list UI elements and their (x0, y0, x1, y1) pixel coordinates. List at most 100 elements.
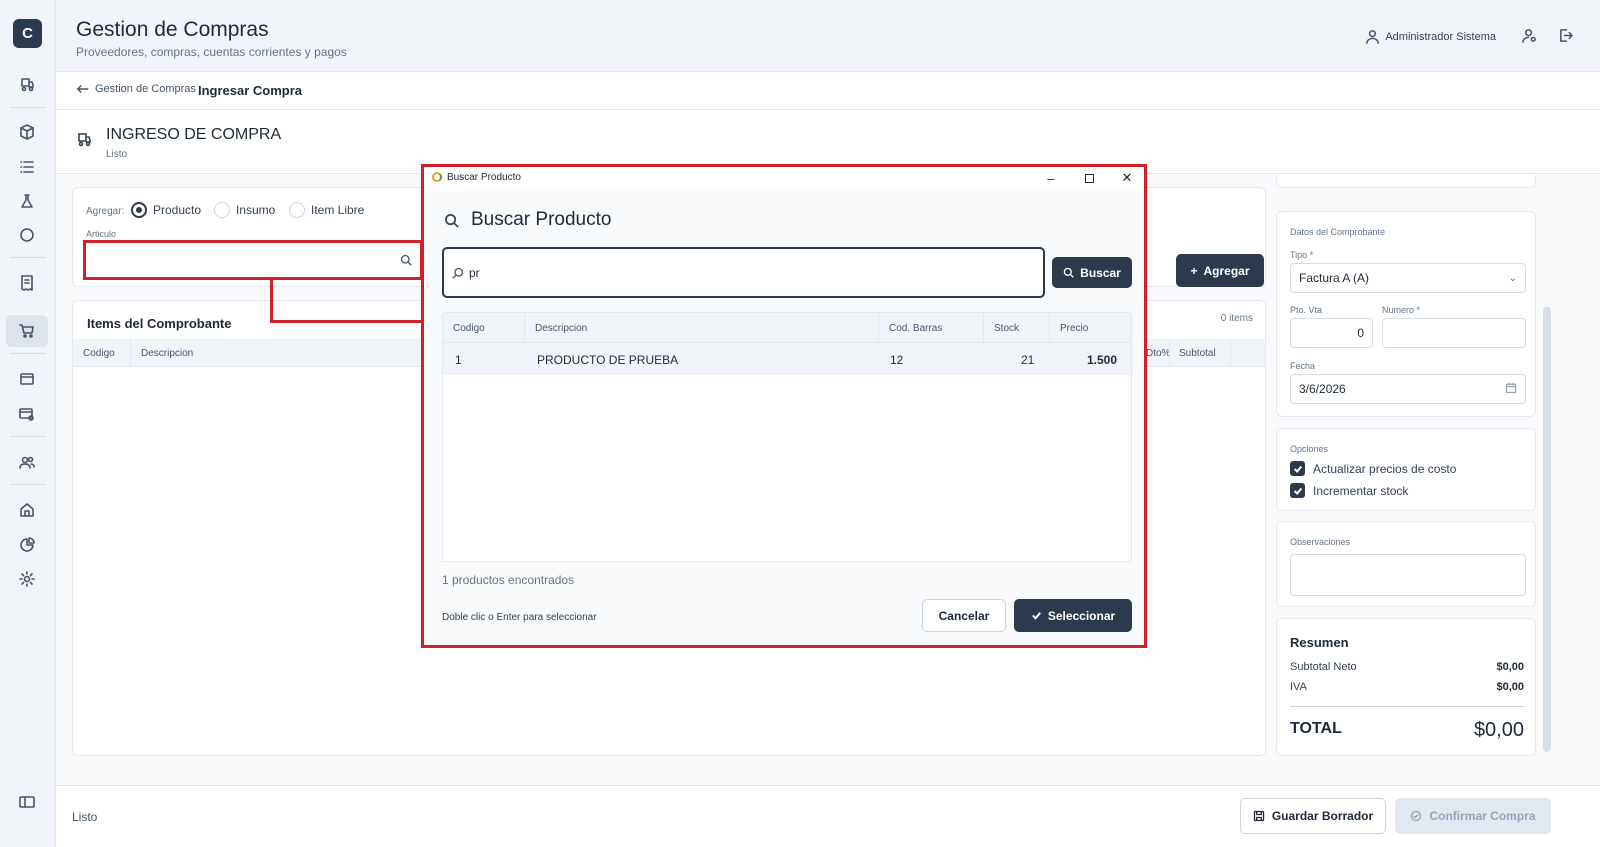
resumen-title: Resumen (1290, 635, 1349, 650)
buscar-button[interactable]: Buscar (1052, 257, 1132, 288)
confirm-purchase-button[interactable]: Confirmar Compra (1395, 798, 1551, 834)
agregar-label: Agregar: (86, 206, 125, 217)
table-row[interactable]: 1 PRODUCTO DE PRUEBA 12 21 1.500 (443, 343, 1131, 375)
sidebar-toggle-icon[interactable] (6, 786, 48, 818)
purchase-icon (76, 132, 92, 151)
box-icon[interactable] (6, 116, 48, 148)
highlight-connector-h (270, 320, 422, 323)
observaciones-input[interactable] (1290, 554, 1526, 596)
header-subtitle: Proveedores, compras, cuentas corrientes… (76, 45, 347, 59)
select-hint: Doble clic o Enter para seleccionar (442, 612, 597, 623)
circle-icon[interactable] (6, 219, 48, 251)
search-icon[interactable] (400, 254, 412, 269)
radio-item-libre[interactable]: Item Libre (289, 202, 364, 218)
search-value: pr (469, 265, 480, 280)
total-label: TOTAL (1290, 720, 1342, 737)
card-settings-icon[interactable] (6, 398, 48, 430)
cart-icon[interactable] (6, 315, 48, 347)
maximize-button[interactable] (1079, 169, 1099, 187)
search-icon (445, 213, 459, 228)
check-circle-icon (1411, 810, 1422, 822)
app-window-icon (432, 172, 442, 182)
save-draft-button[interactable]: Guardar Borrador (1240, 798, 1386, 834)
dialog-heading: Buscar Producto (444, 209, 611, 231)
add-button[interactable]: + Agregar (1176, 254, 1264, 287)
radio-producto[interactable]: Producto (131, 202, 201, 218)
home-icon[interactable] (6, 494, 48, 526)
col-codigo[interactable]: Codigo (83, 348, 115, 359)
numero-input[interactable] (1382, 318, 1526, 348)
observaciones-title: Observaciones (1290, 537, 1351, 547)
results-count: 1 productos encontrados (442, 573, 575, 587)
opciones-card: Opciones Actualizar precios de costo Inc… (1276, 428, 1536, 511)
fecha-value: 3/6/2026 (1299, 382, 1346, 396)
right-panel-scrollbar[interactable] (1543, 187, 1551, 755)
user-settings-icon[interactable] (1522, 28, 1538, 44)
tipo-select[interactable]: Factura A (A) ⌄ (1290, 263, 1526, 293)
app-header: Gestion de Compras Proveedores, compras,… (56, 0, 1600, 72)
pto-vta-input[interactable]: 0 (1290, 318, 1373, 348)
subtotal-label: Subtotal Neto (1290, 661, 1357, 673)
col-precio[interactable]: Precio (1060, 323, 1088, 334)
purchases-nav-icon[interactable] (6, 69, 48, 101)
row-cod-barras: 12 (890, 353, 904, 367)
page-status: Listo (106, 149, 128, 160)
col-cod-barras[interactable]: Cod. Barras (889, 323, 942, 334)
items-count: 0 items (1220, 313, 1253, 324)
users-icon[interactable] (6, 446, 48, 478)
breadcrumb-parent[interactable]: Gestion de Compras (95, 83, 196, 95)
col-dto[interactable]: Dto% (1146, 348, 1170, 359)
col-stock[interactable]: Stock (994, 323, 1019, 334)
chevron-down-icon: ⌄ (1508, 272, 1517, 284)
results-table: Codigo Descripcion Cod. Barras Stock Pre… (442, 312, 1132, 562)
product-search-input[interactable]: pr (442, 247, 1045, 298)
dialog-window-title: Buscar Producto (447, 172, 521, 183)
chart-icon[interactable] (6, 529, 48, 561)
buscar-producto-dialog: Buscar Producto – ✕ Buscar Producto pr B… (421, 164, 1147, 648)
opciones-title: Opciones (1290, 444, 1329, 454)
flask-icon[interactable] (6, 185, 48, 217)
col-codigo[interactable]: Codigo (453, 323, 485, 334)
numero-label: Numero * (1382, 305, 1421, 315)
user-icon (1366, 30, 1380, 44)
gear-icon[interactable] (6, 563, 48, 595)
list-icon[interactable] (6, 151, 48, 183)
footer-bar: Listo Guardar Borrador Confirmar Compra (56, 785, 1600, 847)
row-codigo: 1 (455, 353, 462, 367)
col-descripcion[interactable]: Descripcion (141, 348, 193, 359)
calendar-icon[interactable] (1505, 382, 1517, 397)
results-table-header: Codigo Descripcion Cod. Barras Stock Pre… (443, 313, 1131, 343)
resumen-card: Resumen Subtotal Neto $0,00 IVA $0,00 TO… (1276, 618, 1536, 756)
wallet-icon[interactable] (6, 363, 48, 395)
fecha-label: Fecha (1290, 361, 1316, 371)
header-title: Gestion de Compras (76, 18, 269, 41)
articulo-input[interactable] (83, 240, 423, 280)
col-subtotal[interactable]: Subtotal (1179, 348, 1216, 359)
rp-top-card (1276, 175, 1536, 188)
articulo-label: Articulo (86, 229, 117, 239)
app-logo[interactable]: C (13, 19, 42, 48)
search-icon (452, 267, 464, 279)
breadcrumb-current: Ingresar Compra (198, 83, 303, 98)
row-precio: 1.500 (1087, 353, 1118, 367)
row-stock: 21 (1021, 353, 1035, 367)
select-button[interactable]: Seleccionar (1014, 599, 1132, 632)
close-button[interactable]: ✕ (1117, 169, 1137, 187)
checkbox-actualizar-precios[interactable]: Actualizar precios de costo (1290, 461, 1456, 476)
checkbox-incrementar-stock[interactable]: Incrementar stock (1290, 483, 1408, 498)
observaciones-card: Observaciones (1276, 521, 1536, 607)
fecha-input[interactable]: 3/6/2026 (1290, 374, 1526, 404)
radio-insumo[interactable]: Insumo (214, 202, 275, 218)
receipt-icon[interactable] (6, 267, 48, 299)
user-menu[interactable]: Administrador Sistema (1365, 29, 1496, 44)
search-icon (1063, 267, 1074, 278)
col-descripcion[interactable]: Descripcion (535, 323, 587, 334)
save-icon (1253, 810, 1264, 822)
minimize-button[interactable]: – (1041, 169, 1061, 187)
comprobante-title: Datos del Comprobante (1290, 227, 1386, 237)
logout-icon[interactable] (1558, 28, 1574, 44)
cancel-button[interactable]: Cancelar (922, 599, 1006, 632)
back-link[interactable]: Gestion de Compras (76, 82, 196, 96)
tipo-label: Tipo * (1290, 250, 1314, 260)
user-name: Administrador Sistema (1385, 30, 1496, 43)
